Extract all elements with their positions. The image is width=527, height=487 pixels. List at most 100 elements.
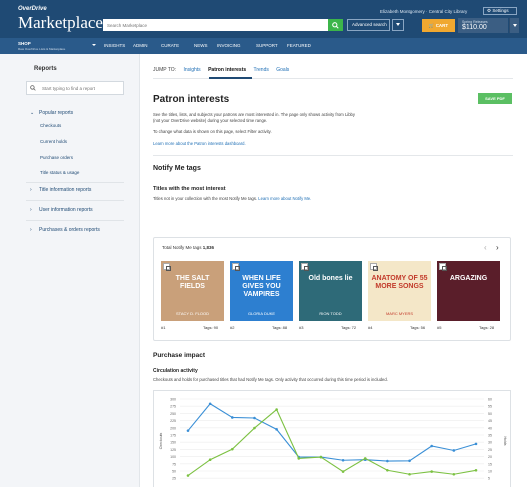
jump-patron-interests[interactable]: Patron interests [208,67,246,73]
data-point[interactable] [186,474,190,477]
nav-shop-sub: Raw OverDrive Lists & Marketplace [18,46,66,51]
funds-amount: $110.00 [462,24,487,31]
data-point[interactable] [319,455,323,459]
book-rank: #1 [161,325,166,330]
brand-overdrive[interactable]: OverDrive [18,6,47,12]
total-tags-value: 1,836 [202,245,215,250]
data-point[interactable] [253,416,256,420]
jump-insights[interactable]: Insights [183,67,200,73]
sidebar-group-popular[interactable]: ⌄ Popular reports [30,110,73,116]
funds-selector[interactable]: Spring Releases $110.00 [458,18,508,33]
data-point[interactable] [452,472,456,476]
jump-goals[interactable]: Goals [276,67,289,73]
data-point[interactable] [341,470,345,473]
titles-interest-text: Titles not in your collection with the m… [153,196,258,201]
report-search-input[interactable] [26,81,124,95]
notify-me-heading: Notify Me tags [153,165,201,172]
sidebar-item-title-status[interactable]: Title status & usage [40,170,79,175]
sidebar-divider [26,182,124,183]
data-point[interactable] [474,442,478,446]
nav-support[interactable]: SUPPORT [256,43,278,48]
y-right-label: Holds [503,437,507,446]
book-cover[interactable]: Old bones lie RION TODD [299,261,362,321]
series-line [187,403,477,462]
book-format-icon [439,263,447,271]
sidebar-item-current-holds[interactable]: Current holds [40,139,67,144]
data-point[interactable] [186,429,190,432]
book-cover[interactable]: WHEN LIFE GIVES YOU VAMPIRES GLORIA DUKE [230,261,293,321]
y-right-tick: 45 [488,419,492,423]
cart-button[interactable]: 🛒 CART [422,19,455,32]
book-cover[interactable]: ANATOMY OF 55 MORE SONGS MARC MYERS [368,261,431,321]
user-info[interactable]: Elizabeth Montgomery · Central City Libr… [380,9,467,14]
advanced-search-dropdown[interactable] [392,19,404,31]
page-title: Patron interests [153,94,230,105]
carousel-next-icon[interactable]: › [496,243,499,252]
save-pdf-button[interactable]: SAVE PDF [478,93,512,104]
y-right-tick: 50 [488,412,492,416]
data-point[interactable] [452,449,456,452]
book-format-icon [370,263,378,271]
data-point[interactable] [408,472,411,476]
y-left-tick: 25 [172,477,176,481]
y-left-label: Checkouts [159,432,163,449]
data-point[interactable] [430,470,433,473]
data-point[interactable] [297,457,301,460]
data-point[interactable] [408,459,411,463]
sidebar-group-user-info[interactable]: › User information reports [30,207,93,213]
gear-icon: ⚙ [487,8,492,13]
brand-marketplace[interactable]: Marketplace [18,13,103,33]
advanced-search-button[interactable]: Advanced search [347,19,390,31]
y-right-tick: 25 [488,448,492,452]
data-point[interactable] [430,444,433,448]
nav-invoicing[interactable]: INVOICING [217,43,241,48]
book-title: THE SALT FIELDS [175,275,210,290]
data-point[interactable] [386,459,389,463]
y-left-tick: 150 [170,441,176,445]
y-left-tick: 125 [170,448,176,452]
sidebar-group-title-info[interactable]: › Title information reports [30,187,91,193]
data-point[interactable] [363,457,367,460]
nav-featured[interactable]: FEATURED [287,43,311,48]
book-tags: Tags: 28 [479,325,495,330]
data-point[interactable] [253,426,256,430]
total-tags-label: Total Notify Me tags [162,245,202,250]
y-right-tick: 20 [488,455,492,459]
funds-dropdown[interactable] [509,18,519,33]
book-cover[interactable]: ARGAZING [437,261,500,321]
circulation-heading: Circulation activity [153,368,198,374]
book-rank: #2 [230,325,235,330]
settings-button[interactable]: ⚙ Settings [483,7,517,15]
learn-more-link[interactable]: Learn more about the Patron interests da… [153,141,453,147]
sidebar-item-checkouts[interactable]: Checkouts [40,123,61,128]
data-point[interactable] [275,408,278,411]
data-point[interactable] [231,447,234,451]
nav-news[interactable]: NEWS [194,43,208,48]
nav-curate[interactable]: CURATE [161,43,179,48]
carousel-prev-icon[interactable]: ‹ [484,243,487,252]
search-input[interactable] [103,19,328,31]
nav-admin[interactable]: ADMIN [133,43,148,48]
nav-insights[interactable]: INSIGHTS [104,43,125,48]
jump-trends[interactable]: Trends [253,67,268,73]
book-tags: Tags: 72 [341,325,357,330]
data-point[interactable] [275,428,278,431]
sidebar-group-purchases[interactable]: › Purchases & orders reports [30,227,100,233]
jump-divider [153,78,513,79]
book-cover[interactable]: THE SALT FIELDS STACY D. FLOOD [161,261,224,321]
data-point[interactable] [474,468,478,472]
sidebar-title: Reports [34,66,57,72]
notify-me-learn-link[interactable]: Learn more about Notify Me. [258,196,311,201]
data-point[interactable] [208,458,212,462]
book-author: STACY D. FLOOD [176,311,209,316]
sidebar-divider [26,220,124,221]
search-button[interactable] [328,19,343,31]
data-point[interactable] [231,416,234,419]
data-point[interactable] [386,468,389,472]
data-point[interactable] [208,402,212,406]
book-rank: #5 [437,325,442,330]
chevron-down-icon[interactable] [92,44,96,46]
sidebar-item-purchase-orders[interactable]: Purchase orders [40,155,73,160]
data-point[interactable] [341,458,345,462]
nav-shop[interactable]: SHOP [18,41,31,46]
